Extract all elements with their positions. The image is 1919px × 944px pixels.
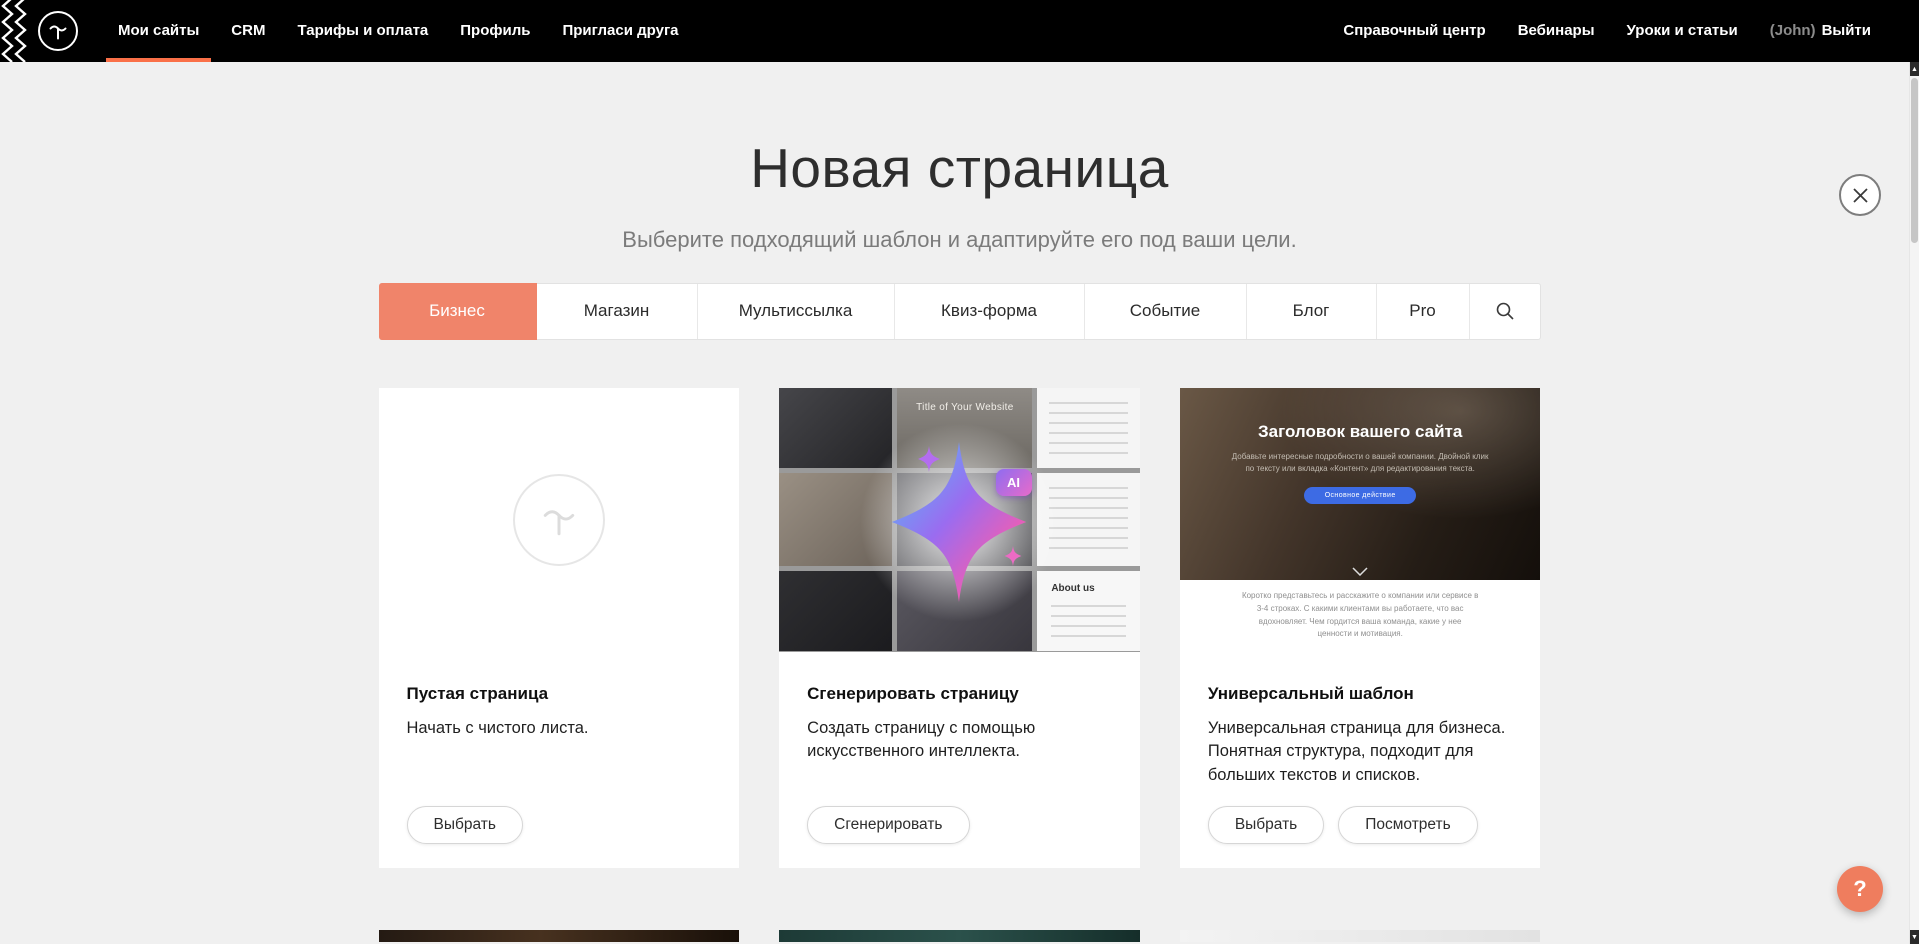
generate-button[interactable]: Сгенерировать: [807, 806, 969, 844]
active-nav-underline: [106, 58, 211, 62]
nav-item-lessons[interactable]: Уроки и статьи: [1611, 0, 1754, 62]
tab-label: Магазин: [584, 301, 650, 321]
ai-sparkle-icon: [879, 442, 1039, 602]
template-hero-section: Заголовок вашего сайта Добавьте интересн…: [1180, 388, 1541, 580]
choose-button[interactable]: Выбрать: [407, 806, 523, 844]
card-buttons: Выбрать: [407, 806, 712, 844]
card-ai-generate: Title of Your Website About us: [779, 388, 1140, 868]
zigzag-pattern-icon: [0, 0, 28, 62]
tab-shop[interactable]: Магазин: [537, 284, 698, 339]
secondary-nav: Справочный центр Вебинары Уроки и статьи…: [1327, 0, 1873, 62]
small-sparkle-icon: [1003, 546, 1023, 566]
tilda-mark-icon: [46, 19, 70, 43]
small-sparkle-icon: [916, 446, 942, 472]
tab-label: Квиз-форма: [941, 301, 1037, 321]
scrollbar-thumb[interactable]: [1911, 78, 1918, 243]
tab-label: Бизнес: [429, 301, 485, 321]
search-icon: [1495, 301, 1515, 321]
universal-template-preview: Заголовок вашего сайта Добавьте интересн…: [1180, 388, 1541, 652]
card-description: Начать с чистого листа.: [407, 717, 712, 741]
user-name: (John): [1770, 0, 1816, 62]
tab-label: Мультиссылка: [739, 301, 853, 321]
template-body-text: Коротко представьтесь и расскажите о ком…: [1241, 590, 1479, 641]
card-title: Пустая страница: [407, 684, 712, 704]
nav-item-label: Профиль: [460, 22, 530, 39]
tab-pro[interactable]: Pro: [1377, 284, 1470, 339]
next-row-partial: [379, 930, 1541, 942]
card-title: Универсальный шаблон: [1208, 684, 1513, 704]
chevron-down-icon: [1352, 567, 1368, 576]
new-page-dialog: Новая страница Выберите подходящий шабло…: [0, 138, 1919, 942]
tab-quiz-form[interactable]: Квиз-форма: [895, 284, 1085, 339]
top-navbar: Мои сайты CRM Тарифы и оплата Профиль Пр…: [0, 0, 1919, 62]
tilda-watermark-icon: [513, 474, 605, 566]
tab-label: Блог: [1293, 301, 1330, 321]
nav-item-label: Справочный центр: [1343, 22, 1485, 39]
tab-multilink[interactable]: Мультиссылка: [698, 284, 895, 339]
template-card-partial: [379, 930, 740, 942]
nav-item-tariffs[interactable]: Тарифы и оплата: [281, 0, 444, 62]
template-category-tabs: Бизнес Магазин Мультиссылка Квиз-форма С…: [379, 283, 1541, 340]
page-subtitle: Выберите подходящий шаблон и адаптируйте…: [0, 227, 1919, 253]
tab-blog[interactable]: Блог: [1247, 284, 1377, 339]
template-card-partial: [779, 930, 1140, 942]
tilda-logo[interactable]: [38, 11, 78, 51]
card-content: Пустая страница Начать с чистого листа. …: [379, 652, 740, 868]
nav-item-my-sites[interactable]: Мои сайты: [102, 0, 215, 62]
choose-button[interactable]: Выбрать: [1208, 806, 1324, 844]
vertical-scrollbar[interactable]: ▲ ▼: [1909, 62, 1919, 944]
template-card-partial: [1180, 930, 1541, 942]
card-universal-template: Заголовок вашего сайта Добавьте интересн…: [1180, 388, 1541, 868]
main-nav: Мои сайты CRM Тарифы и оплата Профиль Пр…: [102, 0, 695, 62]
help-button[interactable]: ?: [1837, 866, 1883, 912]
ai-preview-collage: Title of Your Website About us: [779, 388, 1140, 652]
tab-business[interactable]: Бизнес: [379, 283, 537, 340]
nav-item-label: CRM: [231, 22, 265, 39]
blank-page-preview: [379, 388, 740, 652]
nav-item-label: Уроки и статьи: [1627, 22, 1738, 39]
nav-item-webinars[interactable]: Вебинары: [1502, 0, 1611, 62]
tab-label: Событие: [1130, 301, 1200, 321]
card-blank-page: Пустая страница Начать с чистого листа. …: [379, 388, 740, 868]
page-title: Новая страница: [0, 138, 1919, 199]
nav-item-crm[interactable]: CRM: [215, 0, 281, 62]
search-tab[interactable]: [1470, 284, 1540, 339]
nav-item-help-center[interactable]: Справочный центр: [1327, 0, 1501, 62]
template-hero-title: Заголовок вашего сайта: [1258, 422, 1462, 442]
template-body-section: Коротко представьтесь и расскажите о ком…: [1180, 580, 1541, 652]
template-card-grid: Пустая страница Начать с чистого листа. …: [379, 388, 1541, 868]
nav-item-label: Пригласи друга: [562, 22, 678, 39]
card-content: Универсальный шаблон Универсальная стран…: [1180, 652, 1541, 868]
nav-item-invite-friend[interactable]: Пригласи друга: [546, 0, 694, 62]
template-hero-caption: Добавьте интересные подробности о вашей …: [1227, 451, 1494, 476]
user-area: (John) Выйти: [1754, 0, 1873, 62]
tab-event[interactable]: Событие: [1085, 284, 1247, 339]
scroll-down-arrow[interactable]: ▼: [1910, 930, 1919, 944]
nav-item-label: Тарифы и оплата: [297, 22, 428, 39]
nav-item-label: Мои сайты: [118, 22, 199, 39]
card-content: Сгенерировать страницу Создать страницу …: [779, 652, 1140, 868]
close-icon: [1852, 187, 1869, 204]
close-button[interactable]: [1839, 174, 1881, 216]
card-description: Универсальная страница для бизнеса. Поня…: [1208, 717, 1513, 789]
logout-link[interactable]: Выйти: [1822, 0, 1871, 62]
card-description: Создать страницу с помощью искусственног…: [807, 717, 1112, 765]
view-button[interactable]: Посмотреть: [1338, 806, 1477, 844]
nav-item-label: Вебинары: [1518, 22, 1595, 39]
nav-item-profile[interactable]: Профиль: [444, 0, 546, 62]
tab-label: Pro: [1409, 301, 1435, 321]
template-hero-button: Основное действие: [1304, 487, 1416, 504]
card-title: Сгенерировать страницу: [807, 684, 1112, 704]
ai-badge: AI: [996, 469, 1032, 496]
card-buttons: Выбрать Посмотреть: [1208, 806, 1513, 844]
scroll-up-arrow[interactable]: ▲: [1910, 62, 1919, 76]
card-buttons: Сгенерировать: [807, 806, 1112, 844]
